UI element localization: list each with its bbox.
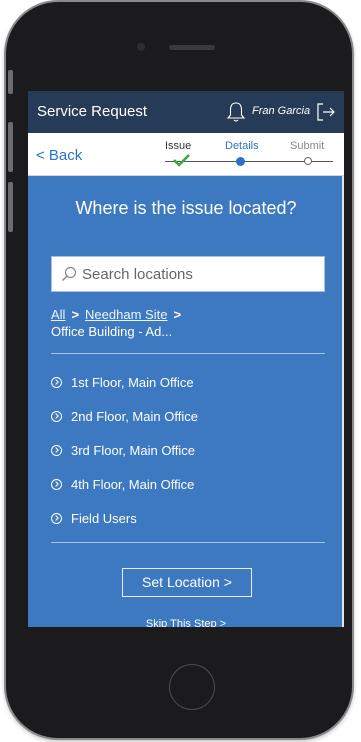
home-button[interactable] [169, 664, 215, 710]
breadcrumb-all-link[interactable]: All [51, 307, 65, 322]
location-item[interactable]: 1st Floor, Main Office [51, 371, 321, 393]
circle-arrow-icon [51, 478, 62, 490]
step-issue-label: Issue [165, 140, 192, 152]
set-location-button[interactable]: Set Location > [122, 568, 252, 597]
app-title: Service Request [37, 103, 148, 120]
circle-arrow-icon [51, 512, 62, 524]
mute-switch [8, 70, 13, 94]
app-screen: Service Request Fran Garcia < Back Issue… [28, 91, 344, 627]
step-submit-label: Submit [290, 140, 325, 152]
breadcrumb-separator: > [71, 307, 80, 322]
divider [51, 353, 325, 354]
location-item-label: 3rd Floor, Main Office [71, 442, 196, 458]
location-item[interactable]: 3rd Floor, Main Office [51, 439, 321, 461]
location-item-label: 4th Floor, Main Office [71, 476, 195, 492]
logout-icon[interactable] [315, 101, 337, 123]
volume-up-button [8, 122, 13, 172]
location-item-label: 2nd Floor, Main Office [71, 408, 198, 424]
panel-heading: Where is the issue located? [75, 198, 297, 218]
skip-step-link[interactable]: Skip This Step > [28, 618, 344, 627]
location-item[interactable]: Field Users [51, 507, 321, 529]
circle-arrow-icon [51, 376, 62, 388]
breadcrumb-site-link[interactable]: Needham Site [85, 307, 167, 322]
scrollbar[interactable] [342, 176, 344, 627]
back-button[interactable]: < Back [36, 147, 82, 164]
top-bar: Service Request Fran Garcia [28, 91, 344, 133]
front-camera [137, 43, 145, 51]
search-input[interactable] [82, 257, 318, 291]
breadcrumb-separator: > [173, 307, 182, 322]
search-box[interactable] [51, 256, 325, 292]
search-icon [62, 266, 77, 281]
volume-down-button [8, 182, 13, 232]
circle-arrow-icon [51, 444, 62, 456]
breadcrumb: All > Needham Site > Office Building - Ad..… [51, 306, 187, 340]
location-item[interactable]: 4th Floor, Main Office [51, 473, 321, 495]
step-bar: < Back Issue Details Submit [28, 133, 344, 176]
step-submit-dot [304, 157, 312, 165]
location-panel: Where is the issue located? All > Needham … [28, 176, 344, 627]
circle-arrow-icon [51, 410, 62, 422]
location-item-label: Field Users [71, 510, 137, 526]
speaker [169, 45, 215, 50]
step-details-dot [236, 157, 245, 166]
breadcrumb-current: Office Building - Ad... [51, 324, 173, 339]
step-details-label: Details [225, 140, 259, 152]
check-icon [173, 154, 190, 167]
divider [51, 542, 325, 543]
location-item-label: 1st Floor, Main Office [71, 374, 194, 390]
location-item[interactable]: 2nd Floor, Main Office [51, 405, 321, 427]
bell-icon[interactable] [226, 101, 246, 123]
user-name[interactable]: Fran Garcia [252, 105, 310, 117]
